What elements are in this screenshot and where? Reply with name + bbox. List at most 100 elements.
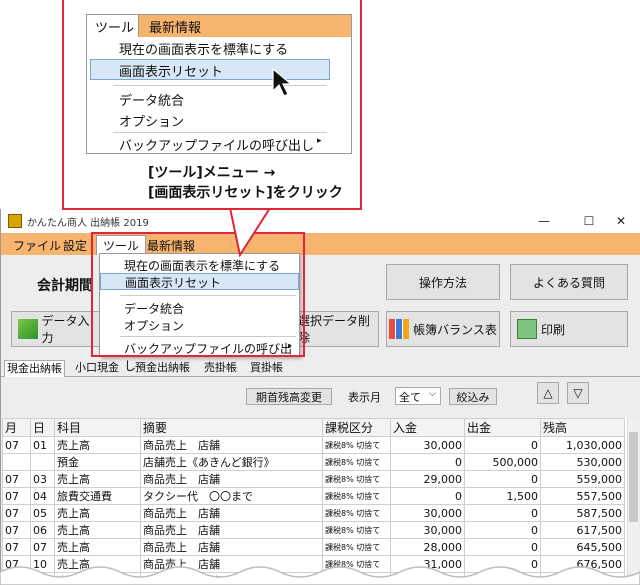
cell: 587,500	[540, 504, 625, 522]
table-row[interactable]: 07 04 旅費交通費 タクシー代 〇〇まで 課税8% 切捨て 0 1,500 557,500	[2, 487, 625, 505]
cell: 645,500	[540, 538, 625, 556]
printer-icon	[517, 319, 537, 339]
window-title: かんたん商人 出納帳 2019	[27, 218, 149, 229]
faq-button[interactable]: よくある質問	[510, 264, 628, 300]
col-account[interactable]: 科目	[54, 418, 141, 437]
cell: 500,000	[464, 453, 541, 471]
table-row[interactable]: 07 01 売上高 商品売上 店舗 課税8% 切捨て 30,000 0 1,030,000	[2, 436, 625, 454]
cell: 28,000	[390, 538, 465, 556]
menu-file[interactable]: ファイル	[13, 237, 61, 254]
cell: 0	[464, 470, 541, 488]
zoomed-menu-news[interactable]: 最新情報	[149, 17, 201, 36]
caption-line-2: [画面表示リセット]をクリック	[148, 185, 343, 201]
cell: 0	[464, 436, 541, 454]
col-day[interactable]: 日	[30, 418, 55, 437]
period-label: 会計期間	[37, 278, 93, 294]
zoomed-item-options[interactable]: オプション	[119, 111, 184, 130]
col-deposit[interactable]: 入金	[390, 418, 465, 437]
cell: 07	[2, 487, 31, 505]
cell: 商品売上 店舗	[140, 436, 323, 454]
tutorial-screenshot: かんたん商人 出納帳 2019 — ☐ ✕ ファイル 設定 ツール 最新情報 会…	[0, 0, 640, 585]
cell: 30,000	[390, 504, 465, 522]
torn-edge-decoration	[0, 566, 640, 585]
cell	[2, 453, 31, 471]
table-row[interactable]: 07 07 売上高 商品売上 店舗 課税8% 切捨て 28,000 0 645,500	[2, 538, 625, 556]
chevron-down-icon: ⌵	[429, 389, 436, 399]
zoomed-item-load-backup[interactable]: バックアップファイルの呼び出し	[119, 135, 314, 154]
caption-line-1: [ツール]メニュー →	[148, 165, 276, 181]
table-row[interactable]: 07 06 売上高 商品売上 店舗 課税8% 切捨て 30,000 0 617,500	[2, 521, 625, 539]
cell: 04	[30, 487, 55, 505]
delete-selected-button[interactable]: 選択データ削除	[297, 311, 379, 347]
data-entry-button[interactable]: データ入力	[11, 311, 101, 347]
balance-sheet-label: 帳簿バランス表	[413, 322, 497, 337]
cell: 旅費交通費	[54, 487, 141, 505]
title-bar: かんたん商人 出納帳 2019 — ☐ ✕	[1, 209, 640, 233]
cell: 課税8% 切捨て	[322, 436, 391, 454]
table-row[interactable]: 07 03 売上高 商品売上 店舗 課税8% 切捨て 29,000 0 559,000	[2, 470, 625, 488]
cell: 課税8% 切捨て	[322, 521, 391, 539]
table-row[interactable]: 預金 店舗売上《あきんど銀行》 課税8% 切捨て 0 500,000 530,000	[2, 453, 625, 471]
print-label: 印刷	[541, 322, 566, 337]
ledger-tabs: 現金出納帳 小口現金 預金出納帳 売掛帳 買掛帳	[1, 360, 640, 377]
app-logo-icon	[8, 214, 22, 228]
month-select[interactable]: 全て ⌵	[395, 387, 441, 405]
cell: 07	[2, 504, 31, 522]
zoomed-item-reset-view[interactable]: 画面表示リセット	[119, 61, 223, 80]
cell: 07	[2, 521, 31, 539]
cell: 530,000	[540, 453, 625, 471]
cell: 売上高	[54, 538, 141, 556]
cell: 0	[390, 453, 465, 471]
cell: 課税8% 切捨て	[322, 470, 391, 488]
vertical-scrollbar[interactable]	[627, 418, 639, 585]
cell: 557,500	[540, 487, 625, 505]
callout-box: ツール 最新情報 現在の画面表示を標準にする 画面表示リセット データ統合 オプ…	[62, 0, 362, 210]
balance-sheet-button[interactable]: 帳簿バランス表	[386, 311, 500, 347]
col-month[interactable]: 月	[2, 418, 31, 437]
cell: 07	[2, 436, 31, 454]
zoomed-menu-tools[interactable]: ツール	[95, 17, 134, 36]
tab-cash-ledger[interactable]: 現金出納帳	[4, 360, 65, 377]
cell: 売上高	[54, 470, 141, 488]
col-balance[interactable]: 残高	[540, 418, 625, 437]
pencil-icon	[18, 319, 38, 339]
table-header: 月 日 科目 摘要 課税区分 入金 出金 残高	[2, 418, 625, 437]
cell: 0	[464, 538, 541, 556]
col-withdrawal[interactable]: 出金	[464, 418, 541, 437]
cell: 05	[30, 504, 55, 522]
cell: 617,500	[540, 521, 625, 539]
cell: 1,030,000	[540, 436, 625, 454]
zoomed-separator	[113, 132, 327, 133]
zoomed-menu: ツール 最新情報 現在の画面表示を標準にする 画面表示リセット データ統合 オプ…	[86, 14, 352, 154]
move-up-button[interactable]: △	[537, 382, 559, 404]
cell: 0	[464, 504, 541, 522]
cell: 0	[390, 487, 465, 505]
cell: 商品売上 店舗	[140, 521, 323, 539]
month-label: 表示月	[348, 391, 381, 404]
menu-settings[interactable]: 設定	[63, 237, 87, 254]
maximize-button[interactable]: ☐	[574, 212, 604, 230]
col-tax-class[interactable]: 課税区分	[322, 418, 391, 437]
scrollbar-thumb[interactable]	[629, 432, 638, 522]
cell: 預金	[54, 453, 141, 471]
cell: 30,000	[390, 521, 465, 539]
col-description[interactable]: 摘要	[140, 418, 323, 437]
cell: 課税8% 切捨て	[322, 504, 391, 522]
print-button[interactable]: 印刷	[510, 311, 628, 347]
filter-button[interactable]: 絞込み	[449, 388, 497, 405]
close-button[interactable]: ✕	[606, 212, 636, 230]
opening-balance-button[interactable]: 期首残高変更	[246, 388, 332, 405]
table-row[interactable]: 07 05 売上高 商品売上 店舗 課税8% 切捨て 30,000 0 587,500	[2, 504, 625, 522]
minimize-button[interactable]: —	[529, 212, 559, 230]
cell: 29,000	[390, 470, 465, 488]
cell: 売上高	[54, 504, 141, 522]
cell: 課税8% 切捨て	[322, 538, 391, 556]
move-down-button[interactable]: ▽	[567, 382, 589, 404]
cell: 商品売上 店舗	[140, 504, 323, 522]
help-button[interactable]: 操作方法	[386, 264, 500, 300]
mouse-cursor-icon	[272, 67, 293, 97]
zoomed-item-merge-data[interactable]: データ統合	[119, 90, 184, 109]
cell: 売上高	[54, 521, 141, 539]
zoomed-item-save-default-view[interactable]: 現在の画面表示を標準にする	[119, 39, 288, 58]
cell: 売上高	[54, 436, 141, 454]
